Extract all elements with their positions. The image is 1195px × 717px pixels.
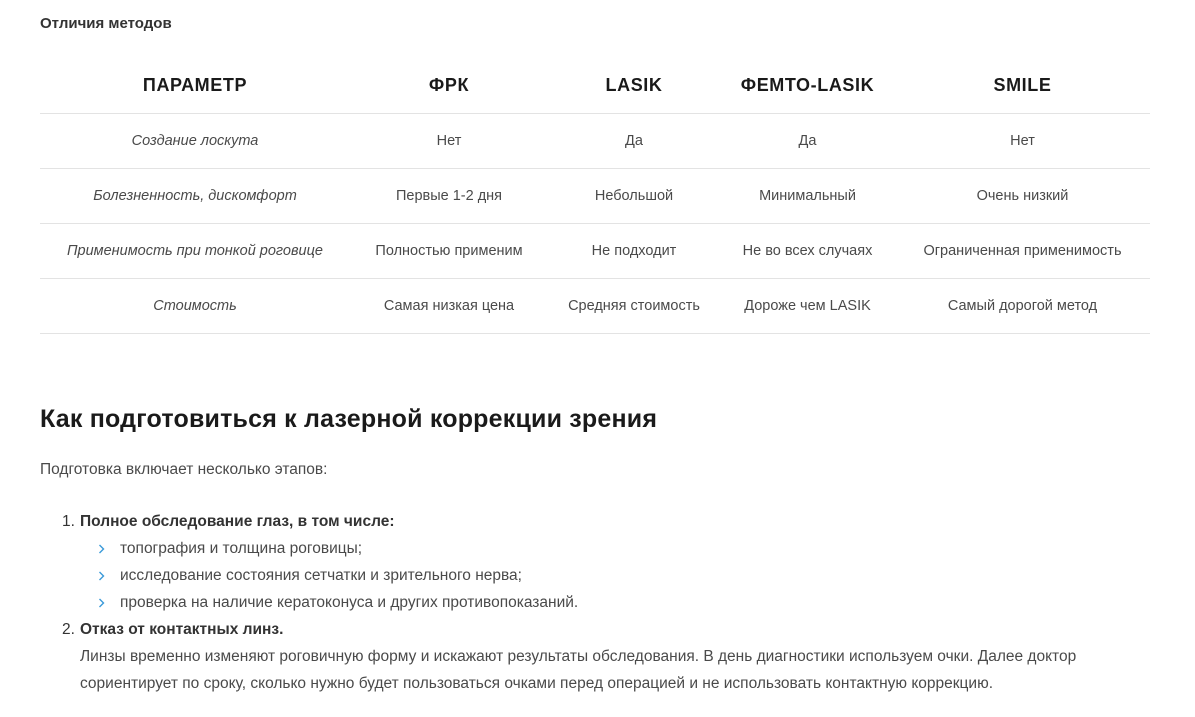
chevron-right-icon — [98, 589, 108, 616]
methods-comparison-table: ПАРАМЕТР ФРК LASIK ФЕМТО-LASIK SMILE Соз… — [40, 58, 1150, 334]
table-cell: Самый дорогой метод — [895, 278, 1150, 334]
step-description: Линзы временно изменяют роговичную форму… — [80, 648, 1077, 692]
table-cell: Не подходит — [548, 223, 720, 279]
table-cell: Да — [548, 113, 720, 169]
table-cell: Ограниченная применимость — [895, 223, 1150, 279]
table-row: Создание лоскута Нет Да Да Нет — [40, 113, 1150, 169]
sublist-item-text: топография и толщина роговицы; — [120, 540, 363, 557]
section-intro: Подготовка включает несколько этапов: — [40, 461, 328, 478]
sublist-item-text: проверка на наличие кератоконуса и други… — [120, 594, 579, 611]
list-item: исследование состояния сетчатки и зрител… — [80, 562, 1150, 589]
table-cell: Нет — [350, 113, 548, 169]
table-cell: Первые 1-2 дня — [350, 168, 548, 224]
table-row: Стоимость Самая низкая цена Средняя стои… — [40, 278, 1150, 334]
step-title: Отказ от контактных линз. — [80, 621, 284, 638]
step-number: 2. — [62, 621, 75, 638]
header-parameter: ПАРАМЕТР — [40, 58, 350, 114]
table-cell-parameter: Стоимость — [40, 278, 350, 334]
table-cell: Небольшой — [548, 168, 720, 224]
list-item-step-1: 1. Полное обследование глаз, в том числе… — [40, 508, 1150, 616]
chevron-right-icon — [98, 562, 108, 589]
table-row: Применимость при тонкой роговице Полност… — [40, 223, 1150, 279]
table-header-row: ПАРАМЕТР ФРК LASIK ФЕМТО-LASIK SMILE — [40, 58, 1150, 114]
table-cell: Да — [720, 113, 895, 169]
header-prk: ФРК — [350, 58, 548, 114]
table-cell: Самая низкая цена — [350, 278, 548, 334]
list-item-step-2: 2. Отказ от контактных линз. Линзы време… — [40, 616, 1150, 697]
table-cell: Нет — [895, 113, 1150, 169]
table-row: Болезненность, дискомфорт Первые 1-2 дня… — [40, 168, 1150, 224]
header-femto-lasik: ФЕМТО-LASIK — [720, 58, 895, 114]
table-cell: Средняя стоимость — [548, 278, 720, 334]
table-cell: Не во всех случаях — [720, 223, 895, 279]
header-lasik: LASIK — [548, 58, 720, 114]
table-caption: Отличия методов — [40, 15, 172, 32]
table-cell-parameter: Создание лоскута — [40, 113, 350, 169]
list-item: проверка на наличие кератоконуса и други… — [80, 589, 1150, 616]
preparation-steps-list: 1. Полное обследование глаз, в том числе… — [40, 508, 1150, 697]
table-cell: Дороже чем LASIK — [720, 278, 895, 334]
header-smile: SMILE — [895, 58, 1150, 114]
step-sublist: топография и толщина роговицы; исследова… — [80, 535, 1150, 616]
step-number: 1. — [62, 513, 75, 530]
list-item: топография и толщина роговицы; — [80, 535, 1150, 562]
sublist-item-text: исследование состояния сетчатки и зрител… — [120, 567, 522, 584]
table-cell: Минимальный — [720, 168, 895, 224]
table-cell-parameter: Применимость при тонкой роговице — [40, 223, 350, 279]
table-cell: Очень низкий — [895, 168, 1150, 224]
chevron-right-icon — [98, 535, 108, 562]
step-title: Полное обследование глаз, в том числе: — [80, 513, 395, 530]
table-cell-parameter: Болезненность, дискомфорт — [40, 168, 350, 224]
section-title: Как подготовиться к лазерной коррекции з… — [40, 405, 658, 433]
table-cell: Полностью применим — [350, 223, 548, 279]
